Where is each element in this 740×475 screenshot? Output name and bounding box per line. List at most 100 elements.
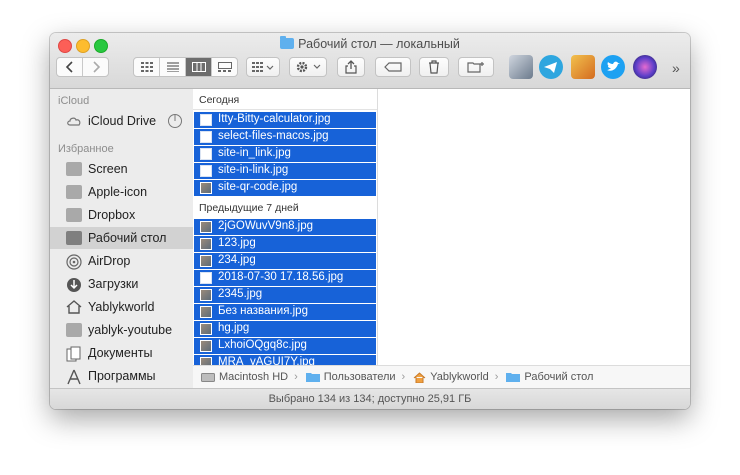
file-name: site-in_link.jpg	[218, 147, 291, 159]
sidebar-heading-icloud: iCloud	[58, 95, 90, 107]
sidebar-heading-favorites: Избранное	[58, 143, 114, 155]
chevron-right-icon: ›	[401, 371, 406, 383]
sidebar-item-icloud-drive[interactable]: iCloud Drive	[50, 110, 193, 132]
telegram-app-icon[interactable]	[539, 55, 563, 79]
sidebar-item-label: Программы	[88, 369, 156, 383]
file-row[interactable]: Itty-Bitty-calculator.jpg	[194, 112, 376, 128]
file-row[interactable]: 2018-07-30 17.18.56.jpg	[194, 270, 376, 286]
image-file-icon	[200, 238, 212, 250]
sidebar-item-documents[interactable]: Документы	[50, 342, 193, 364]
section-heading-week: Предыдущие 7 дней	[199, 202, 299, 214]
share-button[interactable]	[337, 57, 365, 77]
share-icon	[345, 60, 357, 74]
file-row[interactable]: site-qr-code.jpg	[194, 180, 376, 196]
file-row[interactable]: LxhoiOQgq8c.jpg	[194, 338, 376, 354]
sidebar-item-label: Рабочий стол	[88, 231, 167, 245]
view-columns-button[interactable]	[186, 58, 212, 76]
gear-icon	[296, 61, 321, 73]
view-list-button[interactable]	[160, 58, 186, 76]
path-segment-label: Yablykworld	[430, 371, 489, 383]
new-folder-button[interactable]	[458, 57, 494, 77]
file-name: 2018-07-30 17.18.56.jpg	[218, 271, 344, 283]
grid-icon	[140, 62, 153, 72]
back-button[interactable]	[57, 58, 83, 76]
file-name: select-files-macos.jpg	[218, 130, 329, 142]
sidebar-item-desktop[interactable]: Рабочий стол	[50, 227, 193, 249]
folder-icon	[66, 185, 82, 199]
path-segment-label: Рабочий стол	[524, 371, 594, 383]
file-name: Itty-Bitty-calculator.jpg	[218, 113, 331, 125]
sidebar-item-applications[interactable]: Программы	[50, 365, 193, 387]
trash-icon	[429, 60, 439, 74]
path-segment-yablykworld[interactable]: Yablykworld	[413, 371, 489, 383]
desktop-folder-icon	[66, 231, 82, 245]
trash-button[interactable]	[419, 57, 449, 77]
group-by-button[interactable]	[246, 57, 280, 77]
image-file-icon	[200, 165, 212, 177]
list-icon	[166, 62, 179, 72]
documents-icon	[66, 346, 82, 362]
view-gallery-button[interactable]	[212, 58, 237, 76]
file-row[interactable]: 2jGOWuvV9n8.jpg	[194, 219, 376, 235]
sidebar-item-label: Apple-icon	[88, 185, 148, 199]
file-name: Без названия.jpg	[218, 305, 308, 317]
file-row[interactable]: 2345.jpg	[194, 287, 376, 303]
file-row[interactable]: hg.jpg	[194, 321, 376, 337]
image-file-icon	[200, 289, 212, 301]
path-segment-macintosh-hd[interactable]: Macintosh HD	[201, 371, 288, 383]
sidebar-item-label: Документы	[88, 346, 153, 360]
window-title-text: Рабочий стол — локальный	[298, 37, 460, 51]
toolbar-overflow-button[interactable]: »	[672, 60, 680, 76]
action-button[interactable]	[289, 57, 327, 77]
forward-button[interactable]	[83, 58, 108, 76]
file-column: Сегодня Itty-Bitty-calculator.jpg select…	[193, 89, 378, 389]
path-segment-desktop[interactable]: Рабочий стол	[506, 371, 593, 383]
siri-app-icon[interactable]	[633, 55, 657, 79]
section-heading-today: Сегодня	[199, 94, 240, 106]
image-file-icon	[200, 323, 212, 335]
sidebar-item-label: Yablykworld	[88, 300, 155, 314]
twitter-app-icon[interactable]	[601, 55, 625, 79]
file-row[interactable]: Без названия.jpg	[194, 304, 376, 320]
columns-icon	[191, 62, 206, 72]
sidebar-item-apple-icon[interactable]: Apple-icon	[50, 181, 193, 203]
sidebar-item-yablyk-youtube[interactable]: yablyk-youtube	[50, 319, 193, 341]
home-icon	[66, 300, 82, 314]
sidebar-item-downloads[interactable]: Загрузки	[50, 273, 193, 295]
airdrop-icon	[66, 254, 82, 270]
paper-plane-icon	[544, 62, 557, 73]
file-row[interactable]: site-in-link.jpg	[194, 163, 376, 179]
path-segment-label: Macintosh HD	[219, 371, 289, 383]
file-name: 123.jpg	[218, 237, 256, 249]
sidebar-item-label: Dropbox	[88, 208, 136, 222]
file-row[interactable]: 234.jpg	[194, 253, 376, 269]
sidebar-item-screen[interactable]: Screen	[50, 158, 193, 180]
view-icons-button[interactable]	[134, 58, 160, 76]
sidebar-item-yablykworld[interactable]: Yablykworld	[50, 296, 193, 318]
sidebar-item-label: iCloud Drive	[88, 114, 157, 128]
downloads-icon	[66, 277, 82, 292]
image-capture-app-icon[interactable]	[509, 55, 533, 79]
file-row[interactable]: site-in_link.jpg	[194, 146, 376, 162]
folder-icon	[305, 373, 320, 382]
preview-app-icon[interactable]	[571, 55, 595, 79]
image-file-icon	[200, 182, 212, 194]
sidebar-item-label: AirDrop	[88, 254, 131, 268]
sidebar-item-airdrop[interactable]: AirDrop	[50, 250, 193, 272]
window-title: Рабочий стол — локальный	[50, 36, 690, 51]
sidebar-item-dropbox[interactable]: Dropbox	[50, 204, 193, 226]
file-row[interactable]: select-files-macos.jpg	[194, 129, 376, 145]
hard-drive-icon	[201, 373, 215, 382]
tags-button[interactable]	[375, 57, 411, 77]
file-row[interactable]: 123.jpg	[194, 236, 376, 252]
bird-icon	[607, 61, 620, 71]
path-segment-label: Пользователи	[323, 371, 396, 383]
image-file-icon	[200, 221, 212, 233]
sidebar-item-label: Загрузки	[88, 277, 139, 291]
file-name: 234.jpg	[218, 254, 256, 266]
folder-icon	[66, 162, 82, 176]
path-segment-users[interactable]: Пользователи	[305, 371, 396, 383]
applications-icon	[66, 369, 82, 385]
file-name: 2jGOWuvV9n8.jpg	[218, 220, 314, 232]
cloud-icon	[66, 114, 82, 128]
